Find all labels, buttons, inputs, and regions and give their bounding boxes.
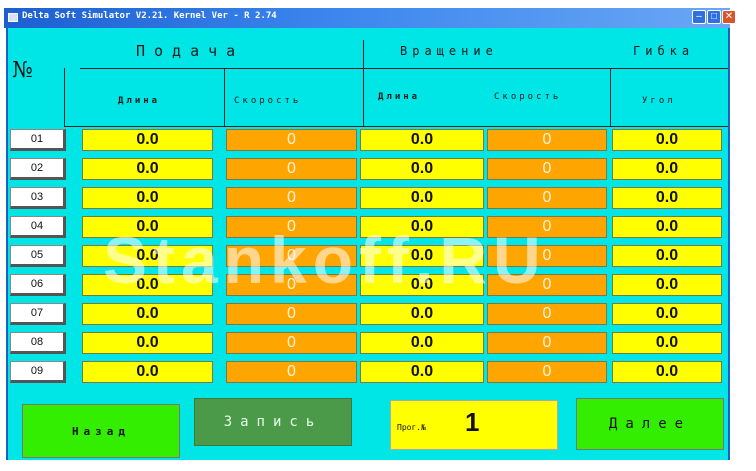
row-number-button[interactable]: 02: [10, 158, 66, 180]
rotation-length-field[interactable]: 0.0: [360, 361, 484, 383]
bend-angle-field[interactable]: 0.0: [612, 158, 722, 180]
rotation-length-field[interactable]: 0.0: [360, 332, 484, 354]
rotation-speed-field[interactable]: 0: [487, 245, 607, 267]
record-button[interactable]: Запись: [194, 398, 352, 446]
rotation-speed-field[interactable]: 0: [487, 158, 607, 180]
rotation-speed-field[interactable]: 0: [487, 361, 607, 383]
rotation-length-field[interactable]: 0.0: [360, 274, 484, 296]
feed-length-field[interactable]: 0.0: [82, 332, 213, 354]
feed-group-header: Подача: [136, 42, 245, 60]
feed-speed-field[interactable]: 0: [226, 216, 357, 238]
feed-speed-field[interactable]: 0: [226, 245, 357, 267]
col-rotation-length: Длина: [378, 92, 421, 102]
program-number-display: Прог.№ 1: [390, 400, 558, 450]
feed-length-field[interactable]: 0.0: [82, 274, 213, 296]
bend-angle-field[interactable]: 0.0: [612, 303, 722, 325]
maximize-button[interactable]: □: [707, 10, 721, 24]
window-titlebar[interactable]: Delta Soft Simulator V2.21. Kernel Ver -…: [4, 8, 736, 28]
bend-group-header: Гибка: [633, 44, 695, 58]
feed-speed-field[interactable]: 0: [226, 129, 357, 151]
feed-speed-field[interactable]: 0: [226, 303, 357, 325]
feed-speed-field[interactable]: 0: [226, 332, 357, 354]
feed-rotation-divider: [363, 40, 364, 126]
main-panel: № Подача Вращение Гибка Длина Скорость Д…: [6, 28, 730, 460]
row-number-button[interactable]: 01: [10, 129, 66, 151]
feed-length-field[interactable]: 0.0: [82, 216, 213, 238]
rotation-speed-field[interactable]: 0: [487, 216, 607, 238]
number-column-divider: [64, 68, 65, 126]
program-number-value[interactable]: 1: [465, 407, 479, 438]
feed-speed-field[interactable]: 0: [226, 361, 357, 383]
close-button[interactable]: ✕: [722, 10, 736, 24]
next-button[interactable]: Далее: [576, 398, 724, 450]
col-feed-speed: Скорость: [234, 96, 302, 106]
app-icon: [8, 13, 18, 22]
back-button[interactable]: Назад: [22, 404, 180, 458]
row-number-button[interactable]: 08: [10, 332, 66, 354]
number-column-header: №: [12, 58, 33, 83]
feed-length-field[interactable]: 0.0: [82, 361, 213, 383]
bend-angle-field[interactable]: 0.0: [612, 129, 722, 151]
rotation-length-field[interactable]: 0.0: [360, 303, 484, 325]
rotation-length-field[interactable]: 0.0: [360, 187, 484, 209]
rotation-speed-field[interactable]: 0: [487, 129, 607, 151]
feed-speed-field[interactable]: 0: [226, 158, 357, 180]
bend-angle-field[interactable]: 0.0: [612, 245, 722, 267]
bend-angle-field[interactable]: 0.0: [612, 361, 722, 383]
col-rotation-speed: Скорость: [494, 92, 562, 102]
feed-length-field[interactable]: 0.0: [82, 303, 213, 325]
row-number-button[interactable]: 03: [10, 187, 66, 209]
rotation-speed-field[interactable]: 0: [487, 274, 607, 296]
row-number-button[interactable]: 07: [10, 303, 66, 325]
feed-speed-field[interactable]: 0: [226, 274, 357, 296]
bend-angle-field[interactable]: 0.0: [612, 216, 722, 238]
minimize-button[interactable]: –: [692, 10, 706, 24]
rotation-speed-field[interactable]: 0: [487, 187, 607, 209]
rotation-length-field[interactable]: 0.0: [360, 158, 484, 180]
rotation-length-field[interactable]: 0.0: [360, 245, 484, 267]
bend-angle-field[interactable]: 0.0: [612, 332, 722, 354]
header-divider-top: [80, 68, 728, 69]
feed-subcolumn-divider: [224, 68, 225, 126]
rotation-speed-field[interactable]: 0: [487, 332, 607, 354]
row-number-button[interactable]: 04: [10, 216, 66, 238]
feed-length-field[interactable]: 0.0: [82, 187, 213, 209]
window-title: Delta Soft Simulator V2.21. Kernel Ver -…: [22, 11, 277, 21]
rotation-length-field[interactable]: 0.0: [360, 129, 484, 151]
bend-angle-field[interactable]: 0.0: [612, 187, 722, 209]
rotation-length-field[interactable]: 0.0: [360, 216, 484, 238]
row-number-button[interactable]: 09: [10, 361, 66, 383]
feed-length-field[interactable]: 0.0: [82, 129, 213, 151]
col-bend-angle: Угол: [642, 96, 676, 106]
feed-length-field[interactable]: 0.0: [82, 245, 213, 267]
header-divider-bottom: [64, 126, 728, 127]
rotation-bend-divider: [610, 68, 611, 126]
program-number-label: Прог.№: [397, 423, 426, 432]
feed-speed-field[interactable]: 0: [226, 187, 357, 209]
rotation-group-header: Вращение: [400, 44, 498, 58]
bend-angle-field[interactable]: 0.0: [612, 274, 722, 296]
row-number-button[interactable]: 05: [10, 245, 66, 267]
feed-length-field[interactable]: 0.0: [82, 158, 213, 180]
col-feed-length: Длина: [118, 96, 161, 106]
rotation-speed-field[interactable]: 0: [487, 303, 607, 325]
row-number-button[interactable]: 06: [10, 274, 66, 296]
